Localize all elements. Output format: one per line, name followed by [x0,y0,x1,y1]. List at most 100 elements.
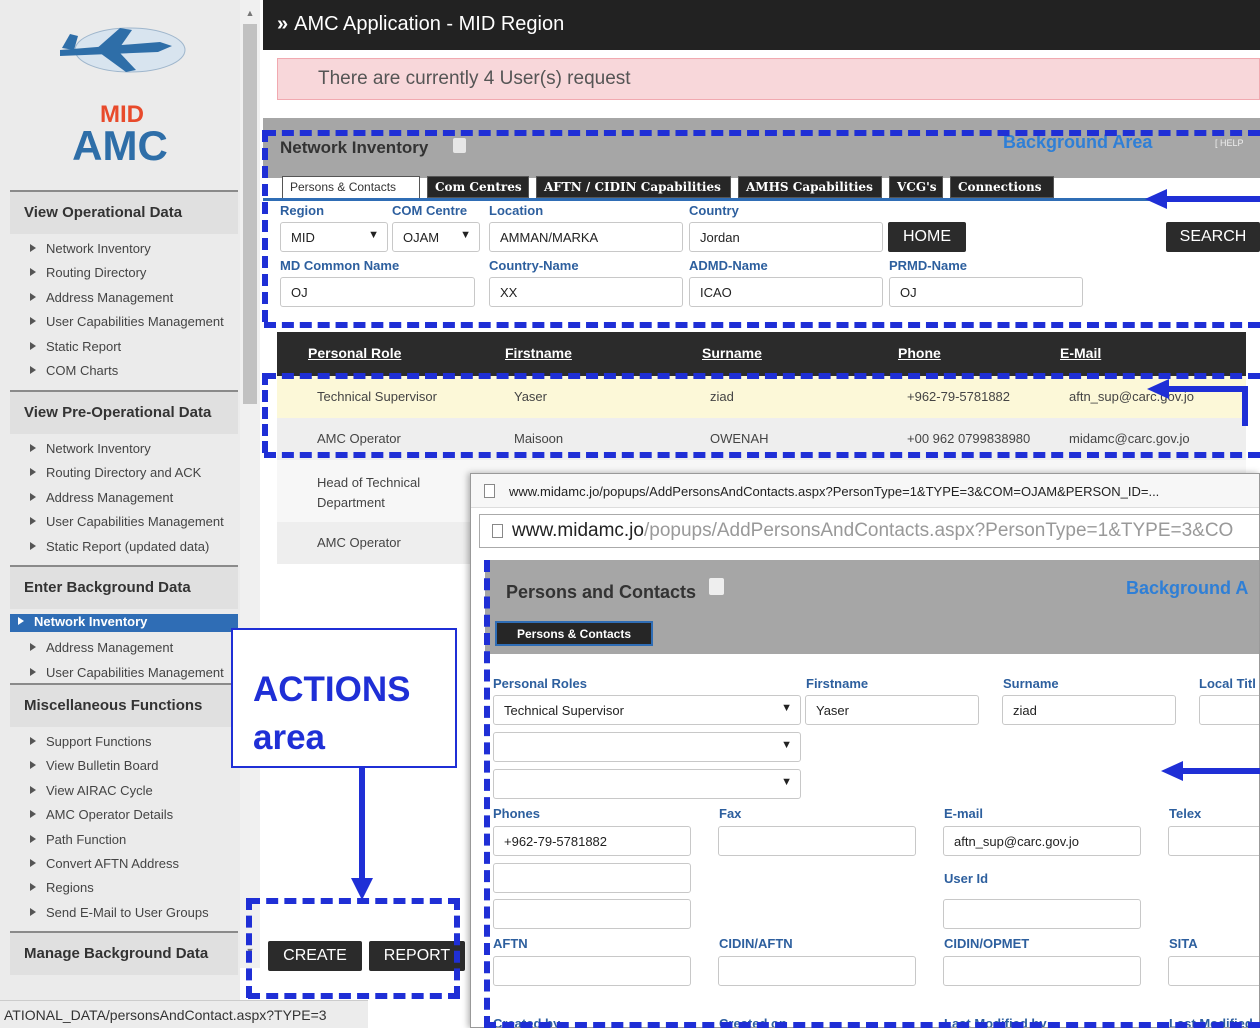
country-input[interactable]: Jordan [689,222,883,252]
firstname-input[interactable]: Yaser [805,695,979,725]
tab-aftn-cidin[interactable]: AFTN / CIDIN Capabilities [536,176,731,198]
sidebar-item-label: Network Inventory [46,441,151,456]
actions-arrow-line [359,768,365,880]
sidebar-item[interactable]: Static Report (updated data) [30,539,209,554]
sidebar-item[interactable]: AMC Operator Details [30,807,173,822]
sita-input[interactable] [1168,956,1259,986]
sidebar-item-label: Address Management [46,489,174,505]
sidebar-item-label: View AIRAC Cycle [46,782,153,798]
triangle-right-icon [30,292,36,301]
sidebar-item[interactable]: Path Function [30,832,126,847]
sidebar-item[interactable]: Network Inventory [10,614,238,632]
sidebar-item[interactable]: User Capabilities Management [30,514,224,529]
sidebar-item[interactable]: Network Inventory [30,241,151,256]
sidebar-item-label: Send E-Mail to User Groups [46,904,209,920]
sidebar-item[interactable]: Convert AFTN Address [30,856,179,871]
cell-firstname: Maisoon [514,431,564,446]
tab-persons-contacts[interactable]: Persons & Contacts [282,176,420,198]
triangle-right-icon [30,907,36,916]
report-button[interactable]: REPORT [369,941,465,971]
sidebar-item[interactable]: Address Management [30,290,173,305]
triangle-right-icon [30,341,36,350]
phone-input-2[interactable] [493,863,691,893]
sidebar-item[interactable]: View AIRAC Cycle [30,783,153,798]
personal-role-select-2[interactable]: ▼ [493,732,801,762]
fax-input[interactable] [718,826,916,856]
sidebar-item[interactable]: Regions [30,880,94,895]
sidebar-item[interactable]: User Capabilities Management [30,314,224,329]
double-chevron-right-icon[interactable]: » [277,13,288,35]
column-header-phone[interactable]: Phone [898,345,941,361]
tab-vcgs[interactable]: VCG's [889,176,943,198]
country-name-input[interactable]: XX [489,277,683,307]
column-header-firstname[interactable]: Firstname [505,345,572,361]
sidebar-item[interactable]: Support Functions [30,734,152,749]
sidebar-item[interactable]: User Capabilities Management [30,665,224,680]
help-link[interactable]: [ HELP [1215,138,1244,148]
home-button[interactable]: HOME [888,222,966,252]
sidebar-section-header[interactable]: View Pre-Operational Data [10,390,238,434]
tab-com-centres[interactable]: Com Centres [427,176,529,198]
popup-titlebar: www.midamc.jo/popups/AddPersonsAndContac… [471,474,1259,508]
dropdown-caret-icon: ▼ [781,702,792,714]
triangle-right-icon [30,268,36,277]
md-common-name-input[interactable]: OJ [280,277,475,307]
sidebar-section-header[interactable]: Manage Background Data [10,931,238,975]
column-header-email[interactable]: E-Mail [1060,345,1101,361]
sidebar-item[interactable]: Network Inventory [30,441,151,456]
personal-role-select-3[interactable]: ▼ [493,769,801,799]
triangle-right-icon [30,761,36,770]
sidebar-item[interactable]: Routing Directory and ACK [30,465,201,480]
sidebar-item-label: Convert AFTN Address [46,856,179,871]
surname-input[interactable]: ziad [1002,695,1176,725]
sidebar-item-label: AMC Operator Details [46,807,174,823]
fax-label: Fax [719,806,742,821]
local-title-input[interactable] [1199,695,1259,725]
admd-name-input[interactable]: ICAO [689,277,883,307]
sidebar-item[interactable]: Address Management [30,640,173,655]
column-header-personal-role[interactable]: Personal Role [308,345,401,361]
com-centre-select[interactable]: OJAM ▼ [392,222,480,252]
create-button[interactable]: CREATE [268,941,362,971]
tab-underline [263,198,1260,201]
cidin-aftn-input[interactable] [718,956,916,986]
sidebar: MID AMC View Operational Data Network Inv… [0,0,240,1028]
location-input[interactable]: AMMAN/MARKA [489,222,683,252]
popup-titlebar-url: www.midamc.jo/popups/AddPersonsAndContac… [509,484,1160,499]
tab-amhs[interactable]: AMHS Capabilities [738,176,882,198]
sidebar-item[interactable]: View Bulletin Board [30,758,159,773]
user-id-input[interactable] [943,899,1141,929]
telex-input[interactable] [1168,826,1259,856]
column-header-surname[interactable]: Surname [702,345,762,361]
personal-role-select[interactable]: Technical Supervisor ▼ [493,695,801,725]
email-input[interactable]: aftn_sup@carc.gov.jo [943,826,1141,856]
tab-connections[interactable]: Connections [950,176,1054,198]
cidin-opmet-input[interactable] [943,956,1141,986]
sidebar-section-header[interactable]: View Operational Data [10,190,238,234]
sidebar-item[interactable]: Send E-Mail to User Groups [30,905,209,920]
sidebar-item-label: Regions [46,880,94,896]
aftn-input[interactable] [493,956,691,986]
phone-input[interactable]: +962-79-5781882 [493,826,691,856]
phone-input-3[interactable] [493,899,691,929]
dropdown-caret-icon: ▼ [781,739,792,751]
sidebar-item[interactable]: Address Management [30,490,173,505]
scroll-up-icon[interactable]: ▲ [243,8,257,22]
sidebar-section-header[interactable]: Enter Background Data [10,565,238,609]
sidebar-section-header[interactable]: Miscellaneous Functions [10,683,238,727]
prmd-name-input[interactable]: OJ [889,277,1083,307]
popup-tab-persons-contacts[interactable]: Persons & Contacts [495,621,653,646]
popup-address-bar[interactable]: www.midamc.jo/popups/AddPersonsAndContac… [479,514,1259,548]
user-requests-alert[interactable]: There are currently 4 User(s) request [277,58,1260,100]
triangle-right-icon [30,468,36,477]
sidebar-item[interactable]: COM Charts [30,363,118,378]
region-select[interactable]: MID ▼ [280,222,388,252]
sidebar-item[interactable]: Routing Directory [30,265,146,280]
scrollbar-thumb[interactable] [243,24,257,404]
cidin-aftn-label: CIDIN/AFTN [719,936,793,951]
table-row[interactable]: Technical Supervisor Yaser ziad +962-79-… [277,376,1246,418]
sidebar-item[interactable]: Static Report [30,339,121,354]
admd-name-label: ADMD-Name [689,258,768,273]
url-path: /popups/AddPersonsAndContacts.aspx?Perso… [643,520,1234,541]
search-button[interactable]: SEARCH [1166,222,1260,252]
